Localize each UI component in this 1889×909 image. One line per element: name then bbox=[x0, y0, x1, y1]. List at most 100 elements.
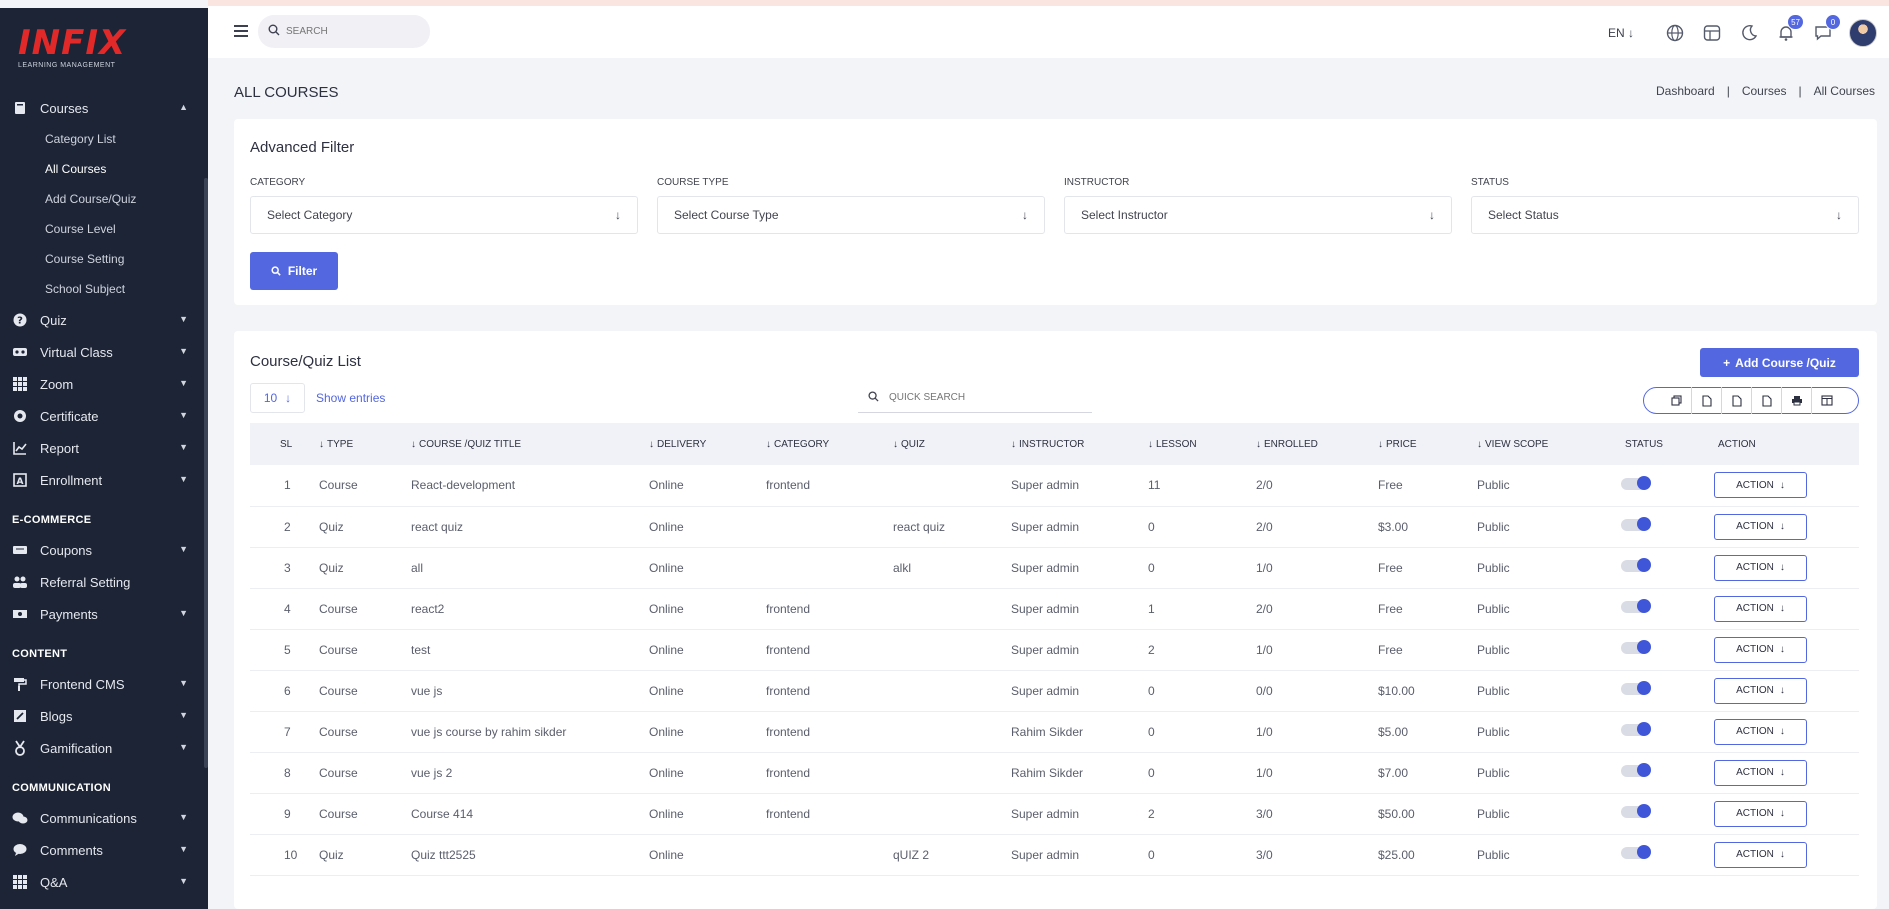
status-select[interactable]: Select Status ↓ bbox=[1471, 196, 1859, 234]
arrow-down-icon: ↓ bbox=[1022, 208, 1028, 222]
sidebar-item-blogs[interactable]: Blogs ▼ bbox=[0, 700, 208, 732]
column-title[interactable]: ↓ COURSE /QUIZ TITLE bbox=[399, 423, 637, 465]
sidebar-item-referral-setting[interactable]: Referral Setting bbox=[0, 566, 208, 598]
cell-lesson: 2 bbox=[1148, 642, 1155, 657]
cell-price: $25.00 bbox=[1378, 847, 1415, 862]
sidebar-item-enrollment[interactable]: A Enrollment ▼ bbox=[0, 464, 208, 496]
column-type[interactable]: ↓ TYPE bbox=[307, 423, 399, 465]
status-toggle[interactable] bbox=[1621, 845, 1651, 859]
status-toggle[interactable] bbox=[1621, 475, 1651, 490]
action-button-label: ACTION bbox=[1736, 726, 1774, 737]
layout-icon[interactable] bbox=[1701, 22, 1723, 44]
search-input[interactable] bbox=[286, 26, 416, 37]
course-type-select[interactable]: Select Course Type ↓ bbox=[657, 196, 1045, 234]
chevron-down-icon: ▼ bbox=[179, 844, 188, 854]
sidebar-item-payments[interactable]: Payments ▼ bbox=[0, 598, 208, 630]
cell-enrolled: 2/0 bbox=[1256, 478, 1273, 493]
csv-file-icon[interactable] bbox=[1691, 387, 1721, 414]
sidebar-subitem-all-courses[interactable]: All Courses bbox=[0, 154, 208, 184]
sidebar-item-virtual-class[interactable]: Virtual Class ▼ bbox=[0, 336, 208, 368]
action-button[interactable]: ACTION ↓ bbox=[1714, 800, 1807, 827]
status-toggle[interactable] bbox=[1621, 640, 1651, 654]
sidebar-subitem-course-level[interactable]: Course Level bbox=[0, 214, 208, 244]
logo[interactable]: INFIX LEARNING MANAGEMENT bbox=[18, 26, 158, 74]
action-button[interactable]: ACTION ↓ bbox=[1714, 595, 1807, 622]
breadcrumb-all-courses[interactable]: All Courses bbox=[1814, 84, 1875, 98]
action-button[interactable]: ACTION ↓ bbox=[1714, 472, 1807, 499]
arrow-down-icon: ↓ bbox=[1011, 438, 1016, 450]
sidebar-item-zoom[interactable]: Zoom ▼ bbox=[0, 368, 208, 400]
cell-type: Quiz bbox=[319, 847, 344, 862]
column-instructor[interactable]: ↓ INSTRUCTOR bbox=[999, 423, 1136, 465]
cell-scope: Public bbox=[1477, 847, 1510, 862]
sidebar-item-coupons[interactable]: Coupons ▼ bbox=[0, 534, 208, 566]
column-quiz[interactable]: ↓ QUIZ bbox=[881, 423, 999, 465]
status-toggle[interactable] bbox=[1621, 558, 1651, 572]
quick-search-input[interactable] bbox=[889, 392, 1021, 403]
excel-file-icon[interactable] bbox=[1721, 387, 1751, 414]
action-button[interactable]: ACTION ↓ bbox=[1714, 513, 1807, 540]
breadcrumb-courses[interactable]: Courses bbox=[1742, 84, 1787, 98]
columns-icon[interactable] bbox=[1811, 387, 1841, 414]
globe-icon[interactable] bbox=[1664, 22, 1686, 44]
breadcrumb-dashboard[interactable]: Dashboard bbox=[1656, 84, 1715, 98]
status-toggle[interactable] bbox=[1621, 763, 1651, 777]
sidebar-subitem-school-subject[interactable]: School Subject bbox=[0, 274, 208, 304]
column-category[interactable]: ↓ CATEGORY bbox=[754, 423, 881, 465]
moon-icon[interactable] bbox=[1738, 22, 1760, 44]
column-sl[interactable]: SL bbox=[250, 423, 307, 465]
avatar[interactable] bbox=[1849, 19, 1877, 47]
message-icon[interactable]: 0 bbox=[1812, 14, 1841, 44]
bell-icon[interactable]: 57 bbox=[1775, 14, 1804, 44]
action-button[interactable]: ACTION ↓ bbox=[1714, 636, 1807, 663]
status-toggle[interactable] bbox=[1621, 517, 1651, 531]
column-enrolled-label: ENROLLED bbox=[1264, 438, 1318, 450]
sidebar-subitem-category-list[interactable]: Category List bbox=[0, 124, 208, 154]
action-button[interactable]: ACTION ↓ bbox=[1714, 759, 1807, 786]
language-select[interactable]: EN ↓ bbox=[1608, 26, 1634, 40]
status-toggle[interactable] bbox=[1621, 681, 1651, 695]
instructor-select[interactable]: Select Instructor ↓ bbox=[1064, 196, 1452, 234]
column-delivery[interactable]: ↓ DELIVERY bbox=[637, 423, 754, 465]
sidebar-item-quiz[interactable]: ? Quiz ▼ bbox=[0, 304, 208, 336]
sidebar-item-report[interactable]: Report ▼ bbox=[0, 432, 208, 464]
sidebar-item-comments[interactable]: Comments ▼ bbox=[0, 834, 208, 866]
column-lesson[interactable]: ↓ LESSON bbox=[1136, 423, 1244, 465]
entries-select[interactable]: 10 ↓ bbox=[250, 383, 305, 413]
action-button[interactable]: ACTION ↓ bbox=[1714, 718, 1807, 745]
courses-submenu: Category List All Courses Add Course/Quiz C… bbox=[0, 124, 208, 304]
sidebar-item-certificate[interactable]: Certificate ▼ bbox=[0, 400, 208, 432]
cell-status bbox=[1601, 506, 1702, 547]
action-button[interactable]: ACTION ↓ bbox=[1714, 554, 1807, 581]
sidebar-item-gamification[interactable]: Gamification ▼ bbox=[0, 732, 208, 764]
cell-category: frontend bbox=[766, 478, 811, 493]
column-enrolled[interactable]: ↓ ENROLLED bbox=[1244, 423, 1366, 465]
sidebar-item-courses[interactable]: Courses ▲ bbox=[0, 92, 208, 124]
cell-lesson: 2 bbox=[1148, 806, 1155, 821]
add-course-quiz-button[interactable]: + Add Course /Quiz bbox=[1700, 348, 1859, 377]
status-toggle[interactable] bbox=[1621, 599, 1651, 613]
sidebar-subitem-course-setting[interactable]: Course Setting bbox=[0, 244, 208, 274]
print-icon[interactable] bbox=[1781, 387, 1811, 414]
filter-button[interactable]: Filter bbox=[250, 252, 338, 290]
cell-type: Course bbox=[319, 642, 358, 657]
action-button[interactable]: ACTION ↓ bbox=[1714, 677, 1807, 704]
sidebar-subitem-add-course-quiz[interactable]: Add Course/Quiz bbox=[0, 184, 208, 214]
sidebar-item-communications[interactable]: Communications ▼ bbox=[0, 802, 208, 834]
status-toggle[interactable] bbox=[1621, 722, 1651, 736]
pdf-file-icon[interactable] bbox=[1751, 387, 1781, 414]
cell-status bbox=[1601, 752, 1702, 793]
column-price[interactable]: ↓ PRICE bbox=[1366, 423, 1465, 465]
column-category-label: CATEGORY bbox=[774, 438, 830, 450]
category-select[interactable]: Select Category ↓ bbox=[250, 196, 638, 234]
sidebar-item-frontend-cms[interactable]: Frontend CMS ▼ bbox=[0, 668, 208, 700]
column-view-scope[interactable]: ↓ VIEW SCOPE bbox=[1465, 423, 1601, 465]
action-button[interactable]: ACTION ↓ bbox=[1714, 841, 1807, 868]
sidebar-item-q-a[interactable]: Q&A ▼ bbox=[0, 866, 208, 898]
cell-enrolled: 1/0 bbox=[1256, 642, 1273, 657]
copy-icon[interactable] bbox=[1661, 387, 1691, 414]
status-toggle[interactable] bbox=[1621, 804, 1651, 818]
menu-toggle-icon[interactable] bbox=[234, 25, 248, 37]
chevron-down-icon: ▼ bbox=[179, 314, 188, 324]
badge-icon bbox=[12, 408, 28, 424]
